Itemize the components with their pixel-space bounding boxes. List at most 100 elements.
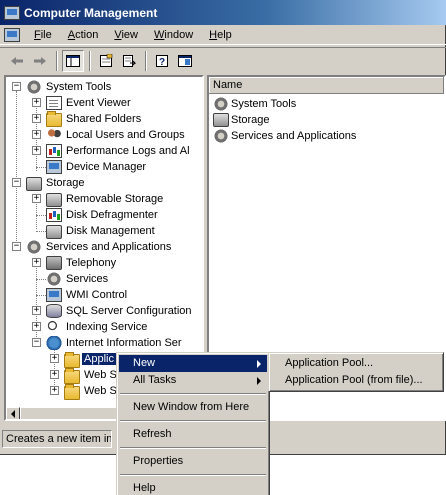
forward-button[interactable] [29, 50, 51, 72]
show-hide-tree-button[interactable] [62, 49, 84, 72]
list-item[interactable]: Storage [213, 112, 270, 128]
tree-label: WMI Control [66, 289, 128, 301]
context-menu: New All Tasks New Window from Here Refre… [116, 352, 270, 495]
tree-label: SQL Server Configuration [66, 305, 192, 317]
telephony-icon [46, 256, 62, 270]
console-icon[interactable] [4, 27, 20, 42]
expand-toggle[interactable]: + [50, 386, 59, 395]
back-button[interactable] [6, 50, 28, 72]
tree-label: Disk Management [66, 225, 155, 237]
menu-separator [120, 447, 266, 449]
users-icon [46, 128, 62, 142]
context-menu-new[interactable]: New [119, 355, 267, 372]
defragmenter-icon [46, 208, 62, 222]
tree-label: Event Viewer [66, 97, 131, 109]
expand-toggle[interactable]: + [32, 146, 41, 155]
storage-icon [26, 177, 42, 191]
context-menu-all-tasks[interactable]: All Tasks [119, 372, 267, 389]
console-icon [178, 54, 192, 67]
tree-label: Shared Folders [66, 113, 142, 125]
tree-label: Device Manager [66, 161, 147, 173]
menu-window[interactable]: Window [146, 26, 201, 44]
help-icon: ? [156, 54, 168, 68]
column-header-name[interactable]: Name [209, 77, 444, 94]
tree-connector [36, 167, 46, 168]
toolbar-separator [89, 50, 91, 71]
expand-toggle[interactable]: + [32, 258, 41, 267]
removable-storage-icon [46, 193, 62, 207]
properties-button[interactable] [95, 50, 117, 72]
tree-label: Services [66, 273, 109, 285]
collapse-toggle[interactable]: − [12, 82, 21, 91]
computer-management-icon [4, 5, 20, 20]
performance-icon [46, 144, 62, 158]
help-button[interactable]: ? [151, 50, 173, 72]
tree-label: Web S [84, 385, 117, 397]
status-text: Creates a new item in t [2, 430, 112, 448]
collapse-toggle[interactable]: − [12, 242, 21, 251]
list-item[interactable]: System Tools [213, 96, 296, 112]
expand-toggle[interactable]: + [32, 194, 41, 203]
expand-toggle[interactable]: + [32, 306, 41, 315]
context-menu-new-window[interactable]: New Window from Here [119, 399, 267, 416]
toolbar-separator [56, 50, 58, 71]
forward-arrow-icon [34, 56, 46, 65]
menu-item-label: Refresh [133, 428, 172, 440]
menu-help[interactable]: Help [201, 26, 240, 44]
tree-label: Telephony [66, 257, 117, 269]
tree-connector [36, 231, 46, 232]
list-item[interactable]: Services and Applications [213, 128, 356, 144]
title-bar[interactable]: Computer Management [0, 0, 446, 25]
context-menu-properties[interactable]: Properties [119, 453, 267, 470]
menu-item-label: New Window from Here [133, 401, 250, 413]
sql-server-icon [46, 304, 62, 318]
toolbar-separator [145, 50, 147, 71]
menu-file[interactable]: File [26, 26, 60, 44]
back-arrow-icon [11, 56, 23, 65]
iis-icon [46, 336, 62, 350]
expand-toggle[interactable]: + [50, 354, 59, 363]
context-menu-help[interactable]: Help [119, 480, 267, 495]
menu-item-label: New [133, 357, 156, 369]
collapse-toggle[interactable]: − [12, 178, 21, 187]
tree-connector [36, 215, 46, 216]
indexing-icon [46, 320, 62, 334]
menu-action[interactable]: Action [60, 26, 107, 44]
context-menu-refresh[interactable]: Refresh [119, 426, 267, 443]
device-manager-icon [46, 160, 62, 174]
expand-toggle[interactable]: + [32, 322, 41, 331]
expand-toggle[interactable]: + [32, 98, 41, 107]
console-button[interactable] [174, 50, 196, 72]
menu-item-label: Application Pool... [285, 357, 374, 369]
collapse-toggle[interactable]: − [32, 338, 41, 347]
system-tools-icon [26, 80, 42, 94]
menu-item-label: All Tasks [133, 374, 177, 386]
export-list-icon [123, 54, 136, 67]
tree-label: Indexing Service [66, 321, 148, 333]
submenu-application-pool-from-file[interactable]: Application Pool (from file)... [271, 372, 441, 389]
tree-connector [36, 279, 46, 280]
menu-view[interactable]: View [106, 26, 146, 44]
tree-label: Internet Information Ser [66, 337, 182, 349]
column-header-label: Name [213, 79, 243, 91]
tree-label: Performance Logs and Al [66, 145, 190, 157]
export-list-button[interactable] [118, 50, 140, 72]
expand-toggle[interactable]: + [32, 130, 41, 139]
shared-folders-icon [46, 111, 62, 127]
services-icon [46, 272, 62, 286]
tree-label: Disk Defragmenter [66, 209, 158, 221]
expand-toggle[interactable]: + [50, 370, 59, 379]
menu-item-label: Help [133, 482, 156, 494]
folder-icon [64, 352, 80, 368]
submenu-application-pool[interactable]: Application Pool... [271, 355, 441, 372]
properties-icon [100, 53, 113, 67]
list-item-label: Services and Applications [231, 130, 357, 142]
new-submenu: Application Pool... Application Pool (fr… [268, 352, 444, 392]
tree-connector [16, 91, 17, 249]
expand-toggle[interactable]: + [32, 114, 41, 123]
scroll-left-button[interactable] [6, 407, 20, 419]
storage-icon [213, 113, 229, 127]
menu-separator [120, 420, 266, 422]
system-tools-icon [213, 97, 229, 111]
services-applications-icon [26, 240, 42, 254]
